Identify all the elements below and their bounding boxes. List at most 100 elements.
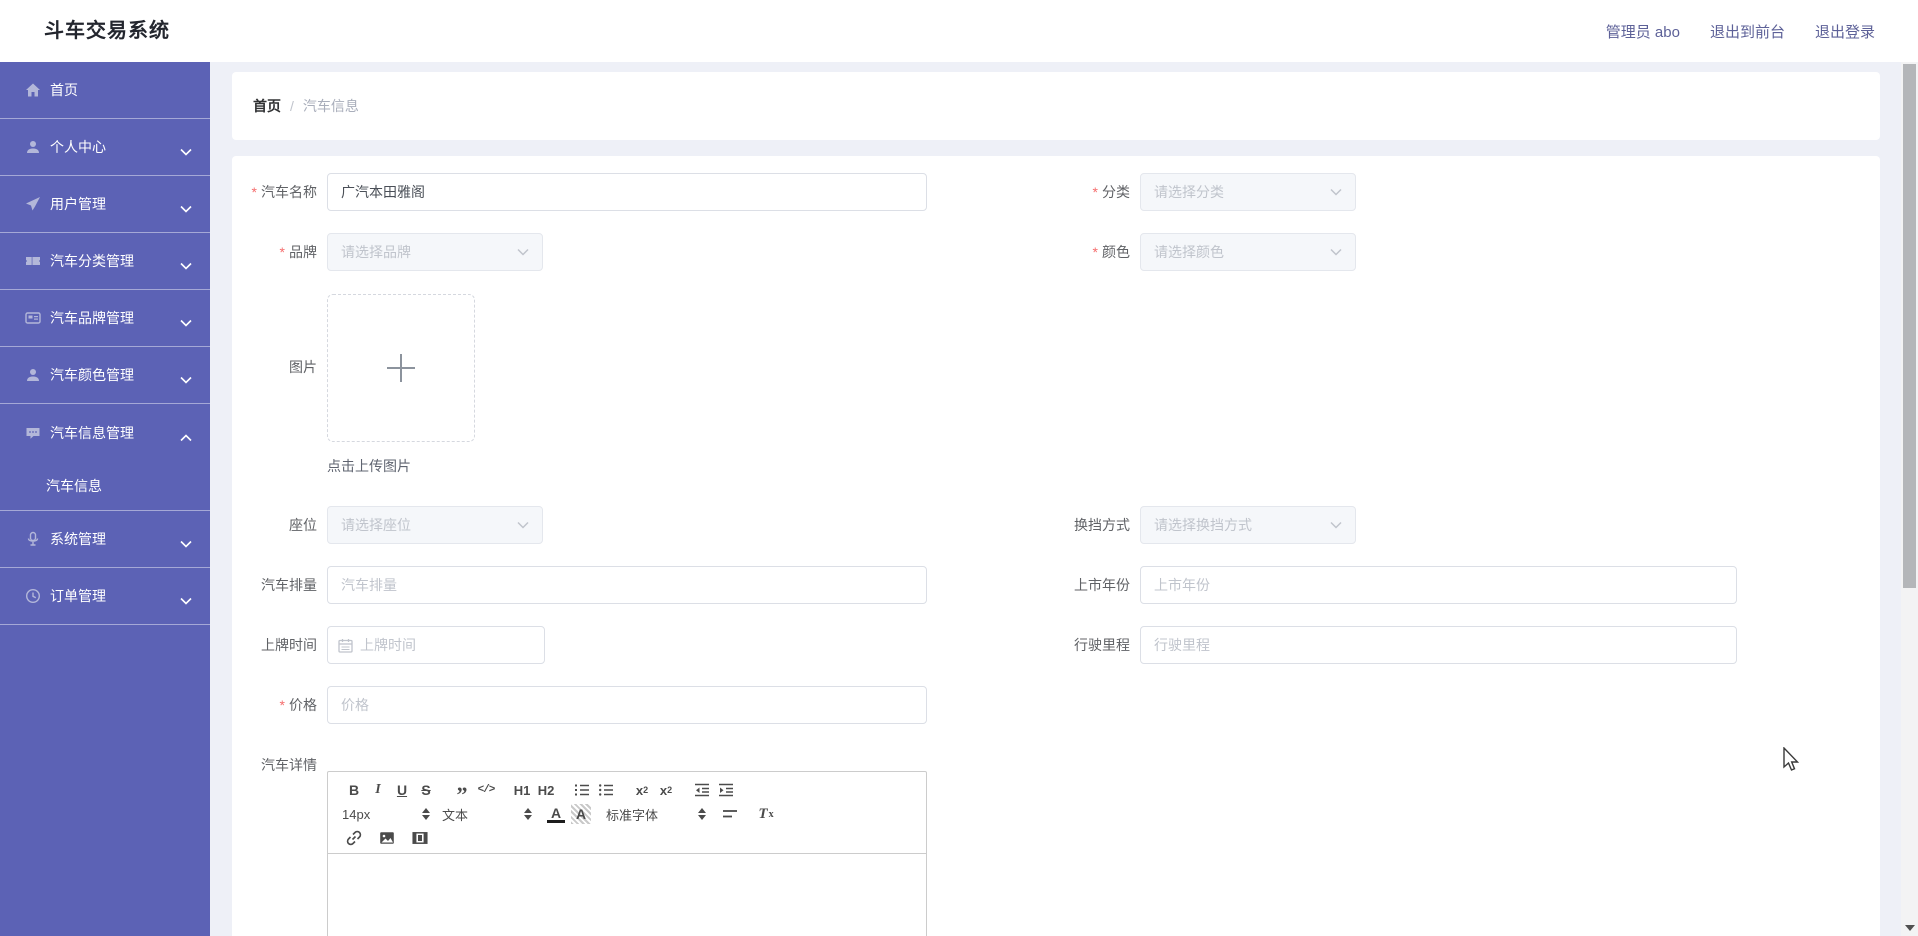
license-time-datepicker[interactable] — [327, 626, 545, 664]
calendar-icon — [338, 638, 353, 653]
bold-button[interactable]: B — [342, 778, 366, 802]
brand-placeholder: 请选择品牌 — [341, 244, 411, 260]
sidebar-item-label: 汽车品牌管理 — [50, 310, 134, 326]
image-icon[interactable] — [375, 826, 399, 850]
category-placeholder: 请选择分类 — [1154, 184, 1224, 200]
sidebar-item-order-management[interactable]: 订单管理 — [0, 568, 210, 625]
sidebar-item-car-color-management[interactable]: 汽车颜色管理 — [0, 347, 210, 404]
exit-to-front-link[interactable]: 退出到前台 — [1710, 21, 1785, 42]
code-block-button[interactable]: </> — [474, 778, 498, 802]
color-label: * 颜色 — [1092, 244, 1130, 260]
sidebar-item-home[interactable]: 首页 — [0, 62, 210, 119]
rich-text-editor: B I U S ” </> H1 H2 x 2 x 2 14px 文本 A A … — [327, 771, 927, 936]
outdent-icon[interactable] — [690, 778, 714, 802]
chevron-down-icon — [517, 516, 529, 534]
superscript-button[interactable]: x2 — [654, 778, 678, 802]
postcard-icon — [24, 310, 41, 327]
heading1-button[interactable]: H1 — [510, 778, 534, 802]
strikethrough-button[interactable]: S — [414, 778, 438, 802]
scrollbar-thumb[interactable] — [1903, 64, 1916, 588]
chevron-up-icon — [180, 429, 192, 447]
detail-label: 汽车详情 — [261, 757, 317, 773]
bullet-list-icon[interactable] — [594, 778, 618, 802]
sidebar-item-label: 用户管理 — [50, 196, 106, 212]
scrollbar-down-arrow[interactable] — [1905, 925, 1915, 931]
seat-select[interactable]: 请选择座位 — [327, 506, 543, 544]
image-upload-button[interactable] — [327, 294, 475, 442]
user-icon — [24, 367, 41, 384]
price-label: * 价格 — [279, 697, 317, 713]
chevron-down-icon — [180, 535, 192, 553]
displacement-input[interactable] — [327, 566, 927, 604]
car-name-input[interactable] — [327, 173, 927, 211]
microphone-icon — [24, 531, 41, 548]
editor-content-area[interactable] — [328, 854, 926, 936]
logout-link[interactable]: 退出登录 — [1815, 21, 1875, 42]
sidebar-item-car-info-management[interactable]: 汽车信息管理 — [0, 404, 210, 461]
chevron-down-icon — [517, 243, 529, 261]
app-header: 斗车交易系统 管理员 abo 退出到前台 退出登录 — [0, 0, 1918, 62]
breadcrumb-home-link[interactable]: 首页 — [253, 96, 281, 116]
clean-format-button[interactable]: Tx — [754, 802, 778, 826]
chevron-down-icon — [1330, 183, 1342, 201]
sidebar-item-label: 汽车颜色管理 — [50, 367, 134, 383]
brand-select[interactable]: 请选择品牌 — [327, 233, 543, 271]
page-scrollbar — [1901, 62, 1918, 936]
sidebar-subitem-car-info[interactable]: 汽车信息 — [0, 461, 210, 511]
mileage-input[interactable] — [1140, 626, 1737, 664]
color-select[interactable]: 请选择颜色 — [1140, 233, 1356, 271]
price-input[interactable] — [327, 686, 927, 724]
send-icon — [24, 196, 41, 213]
chevron-down-icon — [180, 200, 192, 218]
chevron-down-icon — [180, 592, 192, 610]
chat-icon — [24, 424, 41, 441]
color-placeholder: 请选择颜色 — [1154, 244, 1224, 260]
required-mark: * — [251, 184, 257, 200]
italic-button[interactable]: I — [366, 778, 390, 802]
sidebar: 首页 个人中心 用户管理 汽车分类管理 汽车品牌管理 汽车颜色管理 汽车信息管理… — [0, 62, 210, 936]
background-color-button[interactable]: A — [571, 804, 591, 824]
chevron-down-icon — [1330, 516, 1342, 534]
heading2-button[interactable]: H2 — [534, 778, 558, 802]
sidebar-item-label: 汽车信息管理 — [50, 424, 134, 441]
year-label: 上市年份 — [1074, 577, 1130, 593]
sidebar-subitem-label: 汽车信息 — [46, 477, 102, 494]
font-size-picker[interactable]: 14px — [342, 802, 430, 826]
video-icon[interactable] — [408, 826, 432, 850]
chevron-down-icon — [180, 371, 192, 389]
displacement-label: 汽车排量 — [261, 577, 317, 593]
category-label: * 分类 — [1092, 184, 1130, 200]
blockquote-button[interactable]: ” — [450, 778, 474, 806]
sidebar-item-system-management[interactable]: 系统管理 — [0, 511, 210, 568]
main-content: 首页 / 汽车信息 *汽车名称 *分类 请选择分类 *品牌 请选择品牌 *颜色 … — [210, 62, 1901, 936]
image-upload-hint: 点击上传图片 — [327, 458, 411, 474]
license-time-input[interactable] — [360, 637, 534, 653]
sidebar-item-user-management[interactable]: 用户管理 — [0, 176, 210, 233]
link-icon[interactable] — [342, 826, 366, 850]
chevron-down-icon — [180, 257, 192, 275]
text-color-button[interactable]: A — [547, 805, 565, 823]
subscript-button[interactable]: x2 — [630, 778, 654, 802]
align-icon[interactable] — [718, 802, 742, 826]
gear-placeholder: 请选择换挡方式 — [1154, 517, 1252, 533]
gear-select[interactable]: 请选择换挡方式 — [1140, 506, 1356, 544]
license-time-label: 上牌时间 — [261, 637, 317, 653]
category-select[interactable]: 请选择分类 — [1140, 173, 1356, 211]
clock-icon — [24, 588, 41, 605]
sidebar-item-car-brand-management[interactable]: 汽车品牌管理 — [0, 290, 210, 347]
breadcrumb-separator: / — [290, 98, 294, 114]
ordered-list-icon[interactable] — [570, 778, 594, 802]
indent-icon[interactable] — [714, 778, 738, 802]
breadcrumb: 首页 / 汽车信息 — [232, 72, 1880, 140]
admin-user-link[interactable]: 管理员 abo — [1606, 21, 1680, 42]
year-input[interactable] — [1140, 566, 1737, 604]
sidebar-item-personal-center[interactable]: 个人中心 — [0, 119, 210, 176]
underline-button[interactable]: U — [390, 778, 414, 802]
updown-arrows-icon — [524, 808, 532, 820]
chevron-down-icon — [180, 143, 192, 161]
sidebar-item-car-category-management[interactable]: 汽车分类管理 — [0, 233, 210, 290]
font-family-picker[interactable]: 标准字体 — [606, 802, 706, 826]
header-format-picker[interactable]: 文本 — [442, 802, 532, 826]
updown-arrows-icon — [422, 808, 430, 820]
required-mark: * — [279, 244, 285, 260]
